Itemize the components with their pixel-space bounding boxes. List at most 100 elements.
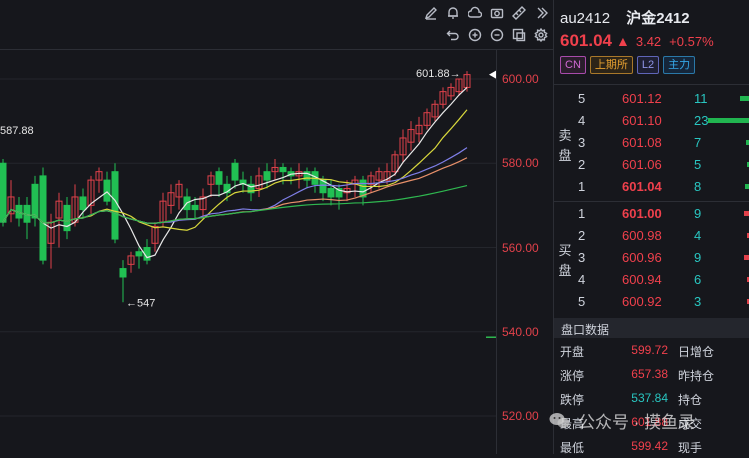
reference-price-label: 587.88 (0, 125, 34, 137)
order-book-row[interactable]: 3 600.96 9 (578, 247, 749, 269)
order-book-row[interactable]: 5 600.92 3 (578, 291, 749, 313)
order-book-row[interactable]: 2 600.98 4 (578, 225, 749, 247)
price-change-pct: +0.57% (669, 34, 713, 49)
fit-icon[interactable] (511, 27, 527, 43)
order-book-row[interactable]: 4 601.10 23 (578, 110, 749, 132)
order-volume: 9 (694, 250, 701, 265)
price-tick-label: 520.00 (502, 409, 539, 423)
order-volume: 7 (694, 135, 701, 150)
collapse-icon[interactable] (533, 5, 549, 21)
stat-label: 涨停 (560, 367, 584, 384)
volume-bar (740, 96, 749, 101)
order-price: 600.92 (622, 294, 662, 309)
stat-label: 跌停 (560, 391, 584, 408)
ask-book: 卖盘 5601.12114601.10233601.0872601.065160… (554, 88, 749, 200)
volume-bar (744, 211, 749, 216)
zoom-out-icon[interactable] (489, 27, 505, 43)
candle-body (104, 180, 110, 201)
spread-divider (554, 201, 749, 202)
order-book-row[interactable]: 3 601.08 7 (578, 132, 749, 154)
candlestick-chart[interactable]: 601.88→←547587.88 (0, 50, 496, 454)
last-quote: 601.04 ▲ 3.42 +0.57% (560, 31, 714, 51)
last-price: 601.04 (560, 31, 612, 51)
watermark: 公众号 · 摸鱼录 (548, 408, 695, 433)
chart-area[interactable]: 601.88→←547587.88 600.00580.00560.00540.… (0, 0, 553, 454)
high-price-label: 601.88→ (416, 68, 461, 80)
order-volume: 23 (694, 113, 708, 128)
candle-body (216, 172, 222, 185)
order-price: 601.12 (622, 91, 662, 106)
order-book-row[interactable]: 1601.048 (578, 176, 749, 198)
order-volume: 8 (694, 179, 701, 194)
stat-label: 开盘 (560, 343, 584, 360)
level-label: 4 (578, 272, 585, 287)
order-price: 601.00 (622, 206, 662, 221)
order-price: 601.04 (622, 179, 662, 194)
stat-row: 跌停 537.84 持仓 (560, 388, 748, 410)
watermark-text: 公众号 · 摸鱼录 (578, 408, 695, 433)
stat-label-secondary: 现手 (678, 439, 702, 456)
price-tick-label: 540.00 (502, 325, 539, 339)
candle-body (120, 269, 126, 277)
volume-bar (744, 255, 749, 260)
order-volume: 3 (694, 294, 701, 309)
level-label: 4 (578, 113, 585, 128)
divider (554, 84, 749, 85)
tag-exchange[interactable]: 上期所 (590, 56, 633, 74)
order-price: 600.94 (622, 272, 662, 287)
candle-body (80, 197, 86, 210)
stats-section-header[interactable]: 盘口数据 (554, 318, 749, 338)
order-book-row[interactable]: 4600.946 (578, 269, 749, 291)
stat-label-secondary: 持仓 (678, 391, 702, 408)
order-price: 600.98 (622, 228, 662, 243)
order-volume: 9 (694, 206, 701, 221)
tag-l2[interactable]: L2 (637, 56, 659, 74)
camera-icon[interactable] (489, 5, 505, 21)
order-price: 601.08 (622, 135, 662, 150)
candle-body (232, 163, 238, 180)
instrument-tags: CN 上期所 L2 主力 (560, 56, 695, 74)
level-label: 3 (578, 250, 585, 265)
order-volume: 4 (694, 228, 701, 243)
order-price: 600.96 (622, 250, 662, 265)
order-volume: 11 (694, 91, 708, 106)
stat-value: 537.84 (608, 391, 668, 405)
level-label: 5 (578, 294, 585, 309)
candle-body (32, 184, 38, 218)
candle-body (264, 172, 270, 180)
wechat-logo-icon (548, 409, 572, 433)
price-axis (496, 50, 497, 454)
tag-cn[interactable]: CN (560, 56, 586, 74)
stat-label-secondary: 日增仓 (678, 343, 714, 360)
order-book-row[interactable]: 1601.009 (578, 203, 749, 225)
candle-body (0, 163, 6, 222)
bell-icon[interactable] (445, 5, 461, 21)
undo-icon[interactable] (445, 27, 461, 43)
price-change: 3.42 (636, 34, 661, 49)
zoom-in-icon[interactable] (467, 27, 483, 43)
order-book-row[interactable]: 5 601.12 11 (578, 88, 749, 110)
order-book-row[interactable]: 2601.065 (578, 154, 749, 176)
symbol-code: au2412 (560, 10, 610, 27)
ruler-icon[interactable] (511, 5, 527, 21)
cloud-icon[interactable] (467, 5, 483, 21)
ma60-line (3, 186, 467, 224)
candle-body (136, 252, 142, 256)
candle-body (112, 172, 118, 239)
candle-body (280, 167, 286, 171)
level-label: 2 (578, 228, 585, 243)
tag-main-contract[interactable]: 主力 (663, 56, 695, 74)
bid-book: 买盘 1601.0092600.9843600.9694600.9465600.… (554, 203, 749, 315)
stat-value: 599.72 (608, 343, 668, 357)
chart-toolbar (0, 0, 553, 50)
order-price: 601.06 (622, 157, 662, 172)
candle-body (192, 205, 198, 209)
settings-icon[interactable] (533, 27, 549, 43)
level-label: 5 (578, 91, 585, 106)
order-price: 601.10 (622, 113, 662, 128)
stat-label-secondary: 昨持仓 (678, 367, 714, 384)
volume-bar (745, 184, 749, 189)
symbol-header: au2412 沪金2412 (560, 7, 690, 28)
pencil-icon[interactable] (423, 5, 439, 21)
level-label: 3 (578, 135, 585, 150)
